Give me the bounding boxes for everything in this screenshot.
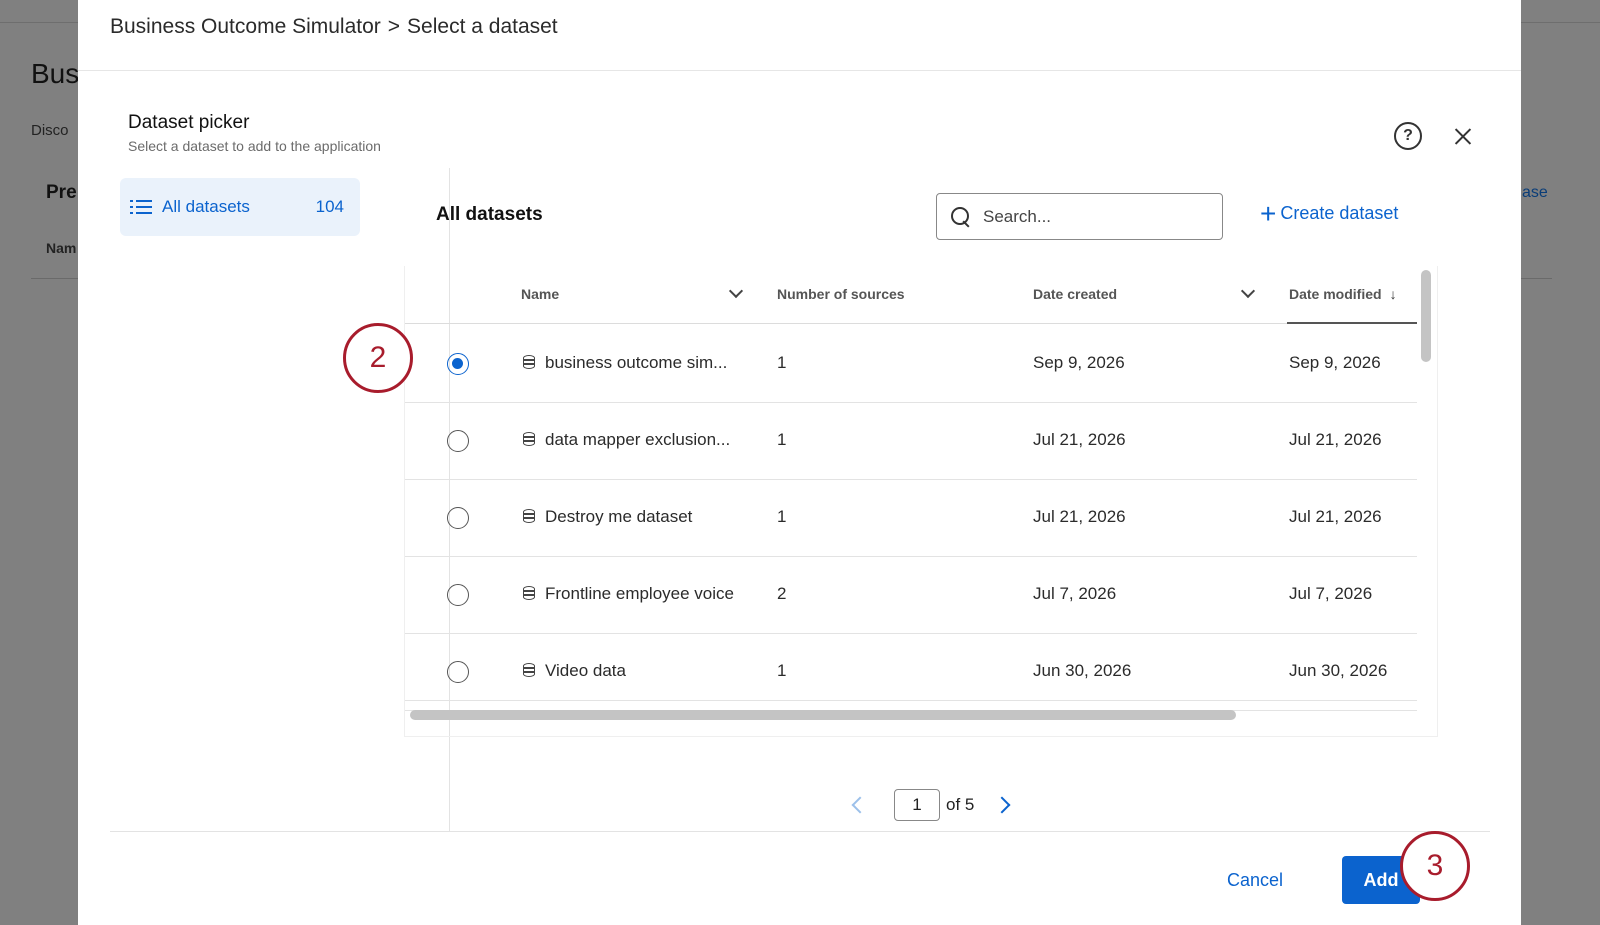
- row-sources: 1: [777, 661, 787, 680]
- close-icon[interactable]: [1448, 121, 1478, 151]
- database-icon: [523, 355, 535, 369]
- row-sources: 1: [777, 430, 787, 449]
- breadcrumb-separator: >: [387, 15, 401, 38]
- column-header-date-modified[interactable]: Date modified ↓: [1289, 286, 1397, 302]
- row-name: Video data: [523, 661, 626, 681]
- row-date-created: Sep 9, 2026: [1033, 353, 1125, 372]
- horizontal-scroll-track: [405, 700, 1417, 701]
- row-name: business outcome sim...: [523, 353, 727, 373]
- background-page-title: Bus: [31, 58, 80, 89]
- breadcrumb: Business Outcome Simulator > Select a da…: [110, 15, 558, 39]
- row-date-created: Jul 21, 2026: [1033, 507, 1126, 526]
- create-dataset-button[interactable]: + Create dataset: [1260, 197, 1399, 229]
- table-row[interactable]: business outcome sim... 1 Sep 9, 2026 Se…: [405, 325, 1417, 403]
- sidebar-item-label: All datasets: [162, 197, 250, 216]
- database-icon: [523, 586, 535, 600]
- column-header-sources: Number of sources: [777, 286, 905, 302]
- row-radio[interactable]: [447, 584, 469, 606]
- page-number-input[interactable]: [894, 789, 940, 821]
- row-date-modified: Jul 7, 2026: [1289, 584, 1373, 603]
- background-column-header: Nam: [46, 240, 77, 256]
- row-name-text: data mapper exclusion...: [545, 430, 731, 449]
- background-page-subtitle: Disco: [31, 122, 69, 139]
- sort-descending-icon[interactable]: ↓: [1390, 286, 1397, 302]
- dataset-picker-header: Dataset picker Select a dataset to add t…: [128, 112, 381, 154]
- chevron-down-icon[interactable]: [1240, 283, 1256, 299]
- select-dataset-modal: Business Outcome Simulator > Select a da…: [78, 0, 1521, 925]
- row-date-created: Jul 7, 2026: [1033, 584, 1117, 603]
- step-marker-2: 2: [343, 323, 413, 393]
- row-name-text: Destroy me dataset: [545, 507, 693, 526]
- plus-icon: +: [1260, 197, 1277, 229]
- table-header: Name Number of sources Date created Date…: [405, 266, 1417, 324]
- modal-header: Business Outcome Simulator > Select a da…: [78, 0, 1521, 71]
- list-icon: [130, 199, 152, 215]
- row-radio[interactable]: [447, 430, 469, 452]
- column-name-label: Name: [521, 286, 560, 302]
- search-box[interactable]: [936, 193, 1223, 240]
- table-row[interactable]: data mapper exclusion... 1 Jul 21, 2026 …: [405, 402, 1417, 480]
- row-name-text: business outcome sim...: [545, 353, 728, 372]
- search-input[interactable]: [983, 206, 1203, 227]
- database-icon: [523, 663, 535, 677]
- cancel-button[interactable]: Cancel: [1213, 862, 1297, 898]
- dataset-picker-title: Dataset picker: [128, 112, 250, 133]
- chevron-down-icon[interactable]: [728, 283, 744, 299]
- vertical-scrollbar[interactable]: [1421, 270, 1431, 362]
- row-date-modified: Jul 21, 2026: [1289, 430, 1382, 449]
- row-radio[interactable]: [447, 507, 469, 529]
- chevron-left-icon[interactable]: [851, 796, 869, 814]
- footer-divider: [110, 831, 1490, 832]
- content-title: All datasets: [436, 204, 543, 225]
- background-link: ase: [1522, 184, 1548, 201]
- breadcrumb-current: Select a dataset: [407, 15, 558, 38]
- row-sources: 1: [777, 353, 787, 372]
- database-icon: [523, 509, 535, 523]
- step-marker-3: 3: [1400, 831, 1470, 901]
- row-sources: 2: [777, 584, 787, 603]
- database-icon: [523, 432, 535, 446]
- sidebar-item-count: 104: [315, 197, 344, 216]
- column-sources-label: Number of sources: [777, 286, 905, 302]
- search-icon: [951, 206, 971, 227]
- pagination: of 5: [851, 789, 1011, 821]
- table-row[interactable]: Destroy me dataset 1 Jul 21, 2026 Jul 21…: [405, 479, 1417, 557]
- row-date-created: Jun 30, 2026: [1033, 661, 1132, 680]
- dataset-sidebar: All datasets 104: [110, 168, 450, 831]
- table-row[interactable]: Frontline employee voice 2 Jul 7, 2026 J…: [405, 556, 1417, 634]
- row-date-created: Jul 21, 2026: [1033, 430, 1126, 449]
- row-name: Destroy me dataset: [523, 507, 692, 527]
- column-modified-label: Date modified: [1289, 286, 1382, 302]
- dataset-picker-subtitle: Select a dataset to add to the applicati…: [128, 138, 381, 154]
- column-header-date-created[interactable]: Date created: [1033, 283, 1256, 302]
- row-name: Frontline employee voice: [523, 584, 734, 604]
- row-name-text: Frontline employee voice: [545, 584, 734, 603]
- row-sources: 1: [777, 507, 787, 526]
- row-date-modified: Sep 9, 2026: [1289, 353, 1381, 372]
- row-radio[interactable]: [447, 661, 469, 683]
- sorted-column-indicator: [1287, 322, 1417, 324]
- background-section-title: Pre: [46, 182, 77, 203]
- help-icon[interactable]: ?: [1394, 122, 1422, 150]
- row-name: data mapper exclusion...: [523, 430, 730, 450]
- row-radio-selected[interactable]: [447, 353, 469, 375]
- row-name-text: Video data: [545, 661, 626, 680]
- column-created-label: Date created: [1033, 286, 1118, 302]
- row-date-modified: Jul 21, 2026: [1289, 507, 1382, 526]
- column-header-name[interactable]: Name: [521, 283, 744, 302]
- create-dataset-label: Create dataset: [1280, 203, 1399, 223]
- chevron-right-icon[interactable]: [993, 796, 1011, 814]
- datasets-table: Name Number of sources Date created Date…: [404, 266, 1438, 737]
- row-date-modified: Jun 30, 2026: [1289, 661, 1388, 680]
- breadcrumb-app: Business Outcome Simulator: [110, 15, 381, 38]
- sidebar-item-all-datasets[interactable]: All datasets 104: [120, 178, 360, 236]
- page-count-label: of 5: [946, 795, 975, 814]
- horizontal-scrollbar[interactable]: [410, 710, 1236, 720]
